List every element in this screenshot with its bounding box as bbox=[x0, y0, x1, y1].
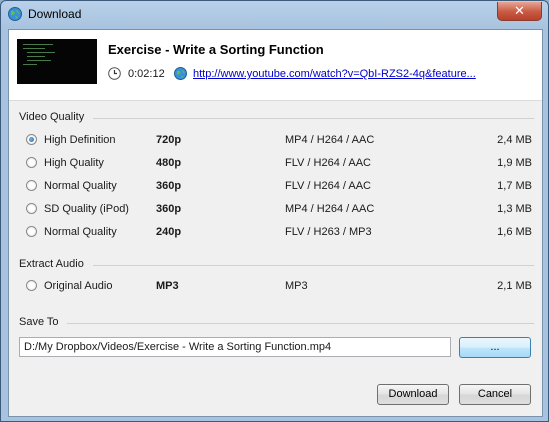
audio-name: Original Audio bbox=[44, 280, 113, 292]
quality-name: High Quality bbox=[44, 157, 104, 169]
quality-radio[interactable] bbox=[26, 226, 37, 237]
section-divider bbox=[93, 265, 534, 266]
video-quality-label: Video Quality bbox=[19, 111, 85, 123]
quality-radio[interactable] bbox=[26, 157, 37, 168]
quality-option-row[interactable]: Normal Quality 240p FLV / H263 / MP3 1,6… bbox=[9, 224, 542, 242]
quality-radio-selected[interactable] bbox=[26, 134, 37, 145]
quality-resolution: 360p bbox=[156, 180, 182, 192]
video-title: Exercise - Write a Sorting Function bbox=[108, 42, 324, 57]
quality-option-row[interactable]: High Quality 480p FLV / H264 / AAC 1,9 M… bbox=[9, 155, 542, 173]
quality-size: 1,3 MB bbox=[497, 203, 532, 215]
quality-option-row[interactable]: High Definition 720p MP4 / H264 / AAC 2,… bbox=[9, 132, 542, 150]
quality-format: FLV / H263 / MP3 bbox=[285, 226, 372, 238]
quality-size: 2,4 MB bbox=[497, 134, 532, 146]
video-url-link[interactable]: http://www.youtube.com/watch?v=QbI-RZS2-… bbox=[193, 68, 476, 80]
quality-resolution: 360p bbox=[156, 203, 182, 215]
audio-radio[interactable] bbox=[26, 280, 37, 291]
extract-audio-label: Extract Audio bbox=[19, 258, 84, 270]
quality-name: Normal Quality bbox=[44, 180, 117, 192]
quality-name: High Definition bbox=[44, 134, 116, 146]
quality-size: 1,7 MB bbox=[497, 180, 532, 192]
quality-resolution: 480p bbox=[156, 157, 182, 169]
quality-option-row[interactable]: SD Quality (iPod) 360p MP4 / H264 / AAC … bbox=[9, 201, 542, 219]
audio-codec: MP3 bbox=[156, 280, 179, 292]
audio-size: 2,1 MB bbox=[497, 280, 532, 292]
video-thumbnail bbox=[17, 39, 97, 84]
audio-option-row[interactable]: Original Audio MP3 MP3 2,1 MB bbox=[9, 278, 542, 296]
quality-name: Normal Quality bbox=[44, 226, 117, 238]
quality-name: SD Quality (iPod) bbox=[44, 203, 129, 215]
browse-button[interactable]: ... bbox=[459, 337, 531, 358]
quality-radio[interactable] bbox=[26, 203, 37, 214]
save-to-label: Save To bbox=[19, 316, 59, 328]
audio-format: MP3 bbox=[285, 280, 308, 292]
download-button[interactable]: Download bbox=[377, 384, 449, 405]
quality-resolution: 240p bbox=[156, 226, 182, 238]
quality-option-row[interactable]: Normal Quality 360p FLV / H264 / AAC 1,7… bbox=[9, 178, 542, 196]
quality-format: FLV / H264 / AAC bbox=[285, 157, 372, 169]
save-path-input[interactable] bbox=[19, 337, 451, 357]
cancel-button[interactable]: Cancel bbox=[459, 384, 531, 405]
dialog-content: Exercise - Write a Sorting Function 0:02… bbox=[8, 29, 543, 417]
close-icon: ✕ bbox=[514, 3, 525, 18]
download-dialog: Download ✕ Exercise - Write a Sorting Fu… bbox=[0, 0, 549, 422]
quality-resolution: 720p bbox=[156, 134, 182, 146]
quality-format: MP4 / H264 / AAC bbox=[285, 203, 375, 215]
clock-icon bbox=[108, 67, 121, 80]
video-info-panel: Exercise - Write a Sorting Function 0:02… bbox=[9, 30, 542, 101]
section-divider bbox=[67, 323, 534, 324]
globe-icon bbox=[174, 67, 187, 80]
quality-size: 1,9 MB bbox=[497, 157, 532, 169]
close-button[interactable]: ✕ bbox=[497, 2, 542, 21]
app-globe-icon bbox=[8, 7, 22, 21]
title-bar[interactable]: Download ✕ bbox=[1, 1, 548, 28]
section-divider bbox=[93, 118, 534, 119]
quality-format: MP4 / H264 / AAC bbox=[285, 134, 375, 146]
quality-format: FLV / H264 / AAC bbox=[285, 180, 372, 192]
video-duration: 0:02:12 bbox=[128, 68, 165, 80]
quality-radio[interactable] bbox=[26, 180, 37, 191]
quality-size: 1,6 MB bbox=[497, 226, 532, 238]
window-title: Download bbox=[28, 7, 82, 21]
